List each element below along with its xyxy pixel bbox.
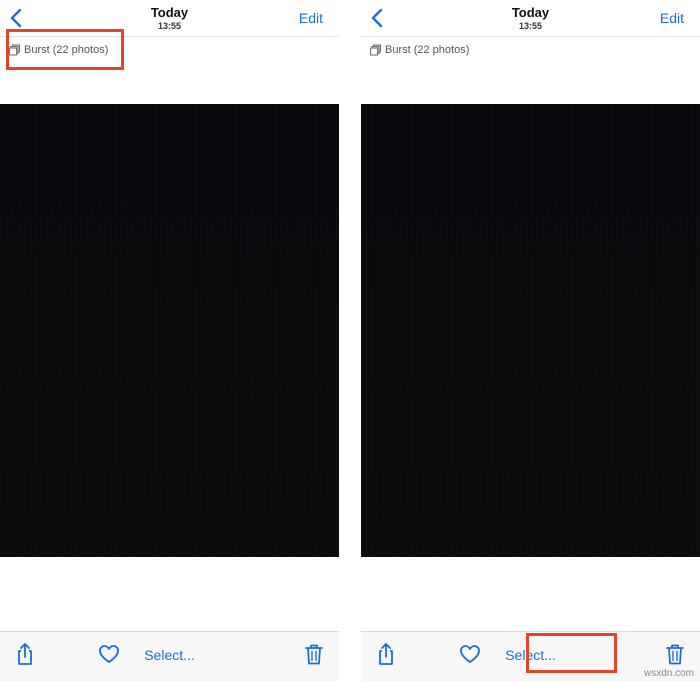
stack-icon bbox=[9, 44, 20, 56]
burst-label-text: Burst (22 photos) bbox=[24, 44, 109, 56]
photo-time: 13:55 bbox=[518, 21, 543, 31]
photo-view[interactable] bbox=[361, 104, 700, 557]
nav-bar: Today 13:55 Edit bbox=[361, 0, 700, 37]
page-title: Today bbox=[150, 5, 189, 20]
nav-bar: Today 13:55 Edit bbox=[0, 0, 339, 37]
select-button[interactable]: Select... bbox=[0, 647, 339, 663]
phone-screen-right: Today 13:55 Edit Burst (22 photos) Selec… bbox=[361, 0, 700, 681]
delete-button[interactable] bbox=[303, 642, 325, 666]
burst-label-text: Burst (22 photos) bbox=[385, 44, 470, 56]
trash-icon bbox=[305, 644, 323, 665]
page-title: Today bbox=[511, 5, 550, 20]
edit-button[interactable]: Edit bbox=[660, 10, 684, 26]
burst-label[interactable]: Burst (22 photos) bbox=[9, 42, 108, 58]
watermark: wsxdn.com bbox=[643, 668, 694, 679]
photo-time: 13:55 bbox=[157, 21, 182, 31]
trash-icon bbox=[666, 644, 684, 665]
burst-label[interactable]: Burst (22 photos) bbox=[370, 42, 469, 58]
divider-gutter bbox=[339, 0, 361, 681]
stack-icon bbox=[370, 44, 381, 56]
select-button[interactable]: Select... bbox=[361, 647, 700, 663]
edit-button[interactable]: Edit bbox=[299, 10, 323, 26]
delete-button[interactable] bbox=[664, 642, 686, 666]
photo-view[interactable] bbox=[0, 104, 339, 557]
bottom-toolbar: Select... bbox=[0, 631, 339, 681]
phone-screen-left: Today 13:55 Edit Burst (22 photos) Selec… bbox=[0, 0, 339, 681]
